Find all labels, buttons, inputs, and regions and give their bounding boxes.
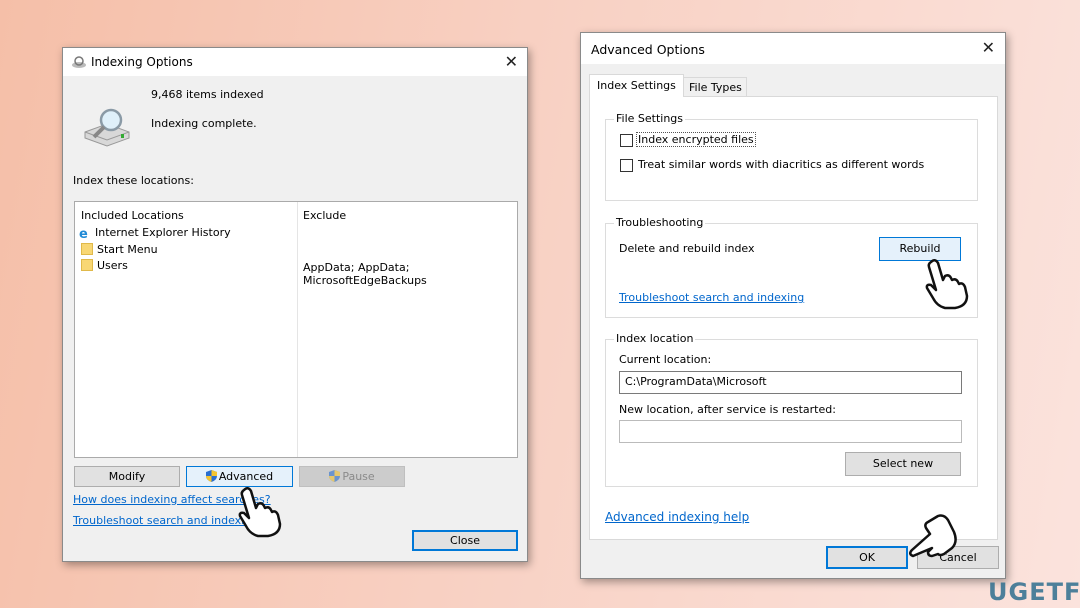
rebuild-description: Delete and rebuild index: [619, 242, 755, 255]
tab-index-settings[interactable]: Index Settings: [589, 74, 684, 97]
troubleshoot-link[interactable]: Troubleshoot search and indexing: [619, 291, 804, 304]
tab-panel: File Settings Index encrypted files Trea…: [589, 96, 998, 540]
index-encrypted-checkbox[interactable]: [620, 134, 633, 147]
watermark-logo: UGETFIX: [988, 578, 1080, 606]
ok-label: OK: [859, 551, 875, 564]
modify-button[interactable]: Modify: [74, 466, 180, 487]
group-label: Troubleshooting: [614, 216, 706, 229]
locations-list[interactable]: Included Locations Exclude e Internet Exp…: [74, 201, 518, 458]
close-label: Close: [450, 534, 480, 547]
items-indexed-count: 9,468 items indexed: [151, 88, 264, 101]
file-settings-group: File Settings Index encrypted files Trea…: [605, 112, 978, 201]
location-row[interactable]: e Internet Explorer History: [79, 226, 231, 242]
dialog-title: Advanced Options: [591, 42, 705, 57]
checkbox-label[interactable]: Treat similar words with diacritics as d…: [638, 158, 924, 171]
hand-cursor-icon: [238, 487, 282, 538]
location-name: Users: [97, 259, 128, 272]
hand-cursor-icon: [925, 259, 969, 310]
indexing-options-dialog: Indexing Options ✕ 9,468 items indexed I…: [62, 47, 528, 562]
indexing-status: Indexing complete.: [151, 117, 257, 130]
locations-label: Index these locations:: [73, 174, 194, 187]
folder-icon: [81, 259, 93, 271]
location-name: Start Menu: [97, 243, 158, 256]
uac-shield-icon: [329, 470, 341, 482]
column-header-included[interactable]: Included Locations: [81, 209, 184, 222]
location-row[interactable]: Start Menu: [81, 243, 158, 256]
location-row[interactable]: Users: [81, 259, 128, 272]
current-location-label: Current location:: [619, 353, 712, 366]
troubleshoot-link[interactable]: Troubleshoot search and indexing: [73, 514, 258, 527]
location-name: Internet Explorer History: [95, 226, 231, 239]
select-new-label: Select new: [872, 457, 934, 470]
title-bar: Advanced Options ✕: [581, 33, 1005, 64]
folder-icon: [81, 243, 93, 255]
tab-label: Index Settings: [597, 79, 676, 92]
column-divider: [297, 202, 298, 457]
group-label: Index location: [614, 332, 696, 345]
location-exclude: AppData; AppData; MicrosoftEdgeBackups: [303, 261, 427, 287]
close-icon[interactable]: ✕: [505, 52, 518, 71]
close-icon[interactable]: ✕: [982, 38, 995, 57]
tab-file-types[interactable]: File Types: [683, 77, 747, 97]
pause-button[interactable]: Pause: [299, 466, 405, 487]
diacritics-checkbox[interactable]: [620, 159, 633, 172]
uac-shield-icon: [205, 470, 217, 482]
internet-explorer-icon: e: [79, 227, 88, 242]
index-location-group: Index location Current location: C:\Prog…: [605, 332, 978, 487]
indexing-drive-icon: [84, 108, 130, 147]
current-location-field[interactable]: C:\ProgramData\Microsoft: [619, 371, 962, 394]
advanced-label: Advanced: [218, 470, 274, 483]
advanced-indexing-help-link[interactable]: Advanced indexing help: [605, 510, 749, 524]
column-header-exclude[interactable]: Exclude: [303, 209, 346, 222]
close-button[interactable]: Close: [412, 530, 518, 551]
new-location-label: New location, after service is restarted…: [619, 403, 836, 416]
dialog-title: Indexing Options: [91, 55, 193, 69]
hand-cursor-icon: [909, 514, 957, 558]
advanced-button[interactable]: Advanced: [186, 466, 293, 487]
select-new-button[interactable]: Select new: [845, 452, 961, 476]
ok-button[interactable]: OK: [826, 546, 908, 569]
tab-label: File Types: [689, 81, 742, 94]
group-label: File Settings: [614, 112, 686, 125]
title-bar: Indexing Options ✕: [63, 48, 527, 76]
pause-label: Pause: [342, 470, 375, 483]
checkbox-label[interactable]: Index encrypted files: [636, 132, 756, 147]
rebuild-label: Rebuild: [899, 242, 941, 255]
new-location-field[interactable]: [619, 420, 962, 443]
modify-label: Modify: [108, 470, 146, 483]
indexing-options-icon: [72, 56, 86, 68]
